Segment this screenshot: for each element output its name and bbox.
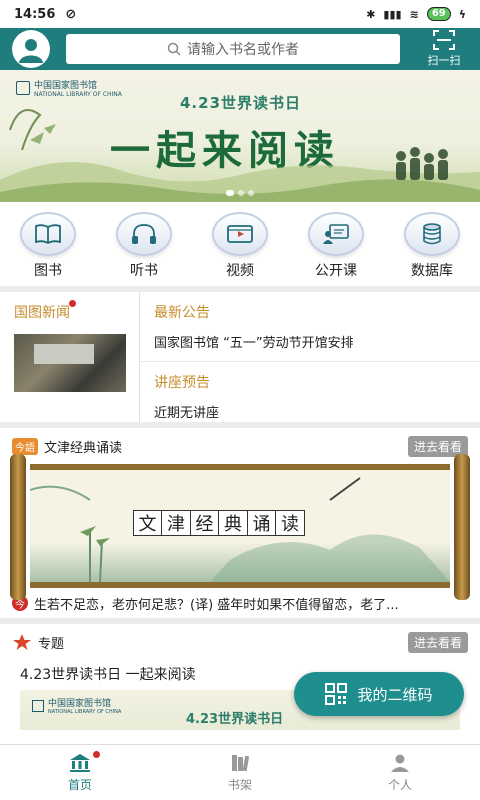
scroll-char: 文	[132, 510, 163, 536]
wenjin-badge-icon: 今語	[12, 437, 38, 455]
search-icon	[167, 42, 181, 56]
wenjin-scroll-image[interactable]: 文 津 经 典 诵 读	[10, 454, 470, 600]
scroll-char: 诵	[246, 510, 277, 536]
library-building-icon	[70, 753, 90, 772]
bluetooth-icon: ✱	[366, 7, 376, 21]
search-placeholder: 请输入书名或作者	[187, 42, 299, 58]
tab-bookshelf[interactable]: 书架	[200, 753, 280, 793]
tab-home[interactable]: 首页	[40, 750, 120, 793]
video-icon	[212, 212, 268, 256]
quote-text: 生若不足恋，老亦何足悲？(译) 盛年时如果不值得留恋，老了...	[34, 597, 399, 613]
quick-nav-books[interactable]: 图书	[8, 212, 88, 280]
bottom-tab-bar: 首页 书架 个人	[0, 744, 480, 800]
unread-dot	[69, 300, 76, 307]
topic-banner-logo: 中国国家图书馆 NATIONAL LIBRARY OF CHINA	[32, 696, 121, 715]
qrcode-icon	[325, 683, 348, 705]
carousel-dot[interactable]	[226, 190, 234, 196]
quick-nav-video[interactable]: 视频	[200, 212, 280, 280]
tab-label: 首页	[67, 777, 92, 792]
topic-more-button[interactable]: 进去看看	[407, 631, 468, 653]
carousel-indicator	[226, 190, 254, 196]
bookshelf-icon	[232, 754, 250, 771]
announcement-text: 国家图书馆 “五一”劳动节开馆安排	[154, 336, 354, 351]
quick-nav-label: 听书	[130, 263, 158, 279]
search-input[interactable]: 请输入书名或作者	[66, 34, 400, 64]
scroll-char: 经	[189, 510, 220, 536]
wenjin-quote[interactable]: 今 生若不足恋，老亦何足悲？(译) 盛年时如果不值得留恋，老了...	[0, 588, 480, 618]
qrcode-label: 我的二维码	[357, 685, 433, 704]
headphones-icon	[116, 212, 172, 256]
quick-nav-label: 图书	[34, 263, 62, 279]
library-news-title: 国图新闻	[14, 300, 76, 322]
carousel-dot[interactable]	[248, 190, 254, 196]
logo-mark-icon	[32, 699, 44, 712]
scroll-title: 文 津 经 典 诵 读	[132, 510, 305, 536]
library-news-card[interactable]: 国图新闻	[0, 292, 140, 422]
lecture-block[interactable]: 讲座预告 近期无讲座	[140, 361, 480, 431]
book-icon	[20, 212, 76, 256]
scan-icon	[433, 30, 455, 50]
news-thumbnail	[14, 334, 126, 392]
topic-title-group: 专题	[12, 633, 64, 652]
topic-logo-text-en: NATIONAL LIBRARY OF CHINA	[48, 709, 122, 715]
scroll-char: 津	[161, 510, 191, 536]
lecture-title: 讲座预告	[154, 375, 210, 391]
status-bar: 14:56 ⊘ ✱ ▮▮▮ ≋ 69 ϟ	[0, 0, 480, 28]
lecture-text: 近期无讲座	[154, 406, 220, 421]
charging-icon: ϟ	[458, 7, 466, 21]
quick-nav-label: 公开课	[315, 263, 357, 279]
mute-icon: ⊘	[65, 6, 77, 22]
clock: 14:56	[14, 6, 56, 22]
unread-dot	[93, 750, 100, 758]
star-icon	[13, 634, 31, 650]
banner-scenery	[0, 109, 480, 202]
topic-header: 专题 进去看看	[0, 624, 480, 660]
lecture-icon	[308, 212, 364, 256]
topic-title: 专题	[38, 636, 65, 652]
wenjin-header: 今語 文津经典诵读 进去看看	[0, 428, 480, 464]
scroll-char: 典	[218, 510, 248, 536]
user-icon	[19, 39, 43, 63]
news-right-column: 最新公告 国家图书馆 “五一”劳动节开馆安排 讲座预告 近期无讲座	[140, 292, 480, 422]
announcement-block[interactable]: 最新公告 国家图书馆 “五一”劳动节开馆安排	[140, 292, 480, 361]
news-section: 国图新闻 最新公告 国家图书馆 “五一”劳动节开馆安排 讲座预告 近期无讲座	[0, 292, 480, 422]
wenjin-card: 今語 文津经典诵读 进去看看 文 津 经 典 诵 读 今 生若不足恋，老亦何足悲…	[0, 428, 480, 618]
scan-label: 扫一扫	[427, 54, 461, 67]
tab-label: 书架	[227, 777, 252, 792]
topic-banner-subtitle: 4.23世界读书日	[186, 712, 284, 727]
scroll-char: 读	[275, 510, 305, 536]
wenjin-title: 文津经典诵读	[44, 440, 123, 456]
wenjin-title-group: 今語 文津经典诵读	[12, 437, 122, 456]
library-news-title-text: 国图新闻	[14, 305, 70, 321]
tab-label: 个人	[387, 777, 412, 792]
quick-nav-database[interactable]: 数据库	[392, 212, 472, 280]
tab-profile[interactable]: 个人	[360, 753, 440, 793]
topic-logo-text: 中国国家图书馆	[48, 699, 112, 709]
database-icon	[404, 212, 460, 256]
announcement-title: 最新公告	[154, 305, 210, 321]
quick-nav-audio[interactable]: 听书	[104, 212, 184, 280]
battery-icon: 69	[426, 7, 451, 21]
scan-button[interactable]: 扫一扫	[420, 30, 468, 68]
quick-nav: 图书 听书 视频 公开课 数据库	[0, 202, 480, 286]
banner-carousel[interactable]: 中国国家图书馆 NATIONAL LIBRARY OF CHINA 4.23世界…	[0, 70, 480, 202]
scroll-hills	[30, 542, 450, 582]
signal-icon: ▮▮▮	[383, 7, 402, 21]
quick-nav-label: 视频	[226, 263, 254, 279]
avatar[interactable]	[12, 30, 50, 68]
wifi-icon: ≋	[409, 7, 419, 21]
my-qrcode-button[interactable]: 我的二维码	[294, 672, 464, 716]
quick-nav-lectures[interactable]: 公开课	[296, 212, 376, 280]
app-header: 请输入书名或作者 扫一扫	[0, 28, 480, 70]
quick-nav-label: 数据库	[411, 263, 453, 279]
carousel-dot[interactable]	[238, 190, 244, 196]
person-icon	[391, 754, 409, 772]
